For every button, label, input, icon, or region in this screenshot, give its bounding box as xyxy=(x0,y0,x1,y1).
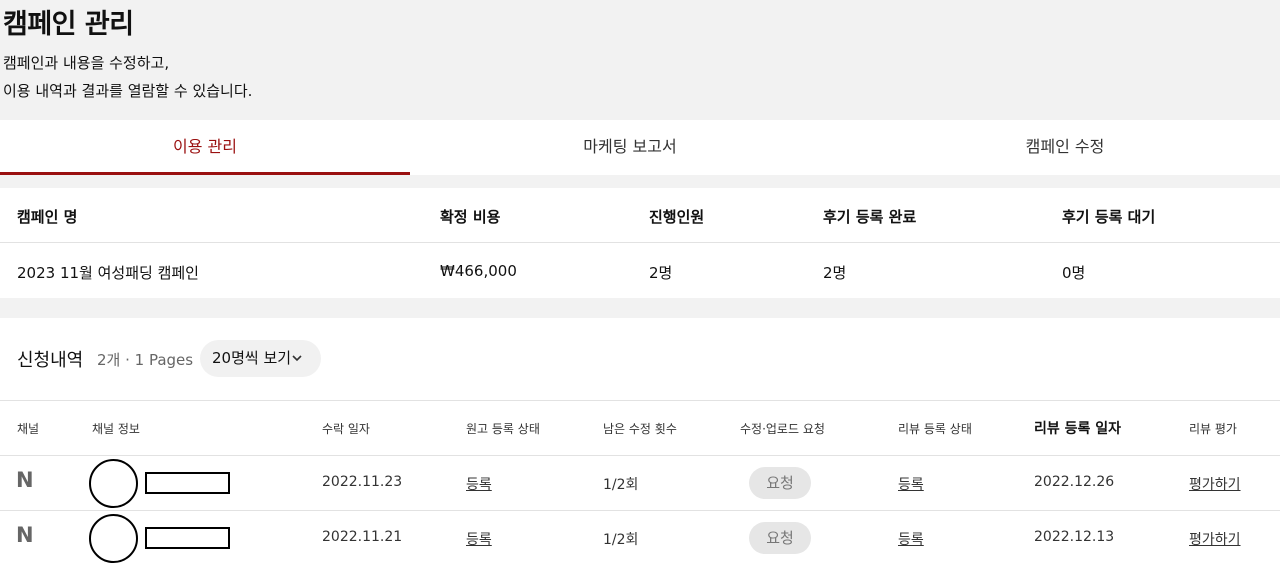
table-top-divider xyxy=(0,400,1280,401)
column-header-channel-info: 채널 정보 xyxy=(92,422,140,436)
summary-campaign-name: 2023 11월 여성패딩 캠페인 xyxy=(17,264,199,282)
summary-confirmed-cost: ₩466,000 xyxy=(440,262,517,280)
naver-blog-icon: N xyxy=(16,523,34,547)
column-header-channel: 채널 xyxy=(17,422,40,436)
page-header: 캠페인 관리 캠페인과 내용을 수정하고, 이용 내역과 결과를 열람할 수 있… xyxy=(0,0,1280,120)
applications-count: 2개 · 1 Pages xyxy=(97,351,194,369)
accept-date: 2022.11.21 xyxy=(322,529,403,545)
naver-blog-icon: N xyxy=(16,468,34,492)
page-title: 캠페인 관리 xyxy=(3,9,134,40)
summary-participants: 2명 xyxy=(649,264,673,282)
campaign-summary: 캠페인 명 확정 비용 진행인원 후기 등록 완료 후기 등록 대기 2023 … xyxy=(0,188,1280,298)
applications-title: 신청내역 xyxy=(17,350,84,371)
channel-name-box xyxy=(145,527,230,549)
column-header-remaining-edits: 남은 수정 횟수 xyxy=(603,422,677,436)
draft-status-link[interactable]: 등록 xyxy=(466,529,492,549)
summary-header-campaign-name: 캠페인 명 xyxy=(17,208,78,226)
summary-reviews-done: 2명 xyxy=(823,264,847,282)
column-header-accept-date: 수락 일자 xyxy=(322,422,370,436)
edit-request-button[interactable]: 요청 xyxy=(749,522,811,554)
accept-date: 2022.11.23 xyxy=(322,474,403,490)
chevron-down-icon xyxy=(292,340,302,392)
avatar xyxy=(89,514,138,563)
per-page-select[interactable]: 20명씩 보기 xyxy=(200,340,321,377)
channel-name-box xyxy=(145,472,230,494)
summary-header-confirmed-cost: 확정 비용 xyxy=(440,208,501,226)
summary-header-reviews-pending: 후기 등록 대기 xyxy=(1062,208,1156,226)
review-status-link[interactable]: 등록 xyxy=(898,474,924,494)
remaining-edits: 1/2회 xyxy=(603,532,639,548)
column-header-review-status: 리뷰 등록 상태 xyxy=(898,422,972,436)
review-date: 2022.12.13 xyxy=(1034,529,1115,545)
column-header-review-rating: 리뷰 평가 xyxy=(1189,422,1237,436)
column-header-review-date: 리뷰 등록 일자 xyxy=(1034,421,1122,437)
draft-status-link[interactable]: 등록 xyxy=(466,474,492,494)
page-description-line-1: 캠페인과 내용을 수정하고, xyxy=(3,54,170,72)
summary-reviews-pending: 0명 xyxy=(1062,264,1086,282)
column-header-draft-status: 원고 등록 상태 xyxy=(466,422,540,436)
tab-bar: 이용 관리 마케팅 보고서 캠페인 수정 xyxy=(0,120,1280,175)
avatar xyxy=(89,459,138,508)
rate-review-link[interactable]: 평가하기 xyxy=(1189,529,1241,549)
page-description: 캠페인과 내용을 수정하고, 이용 내역과 결과를 열람할 수 있습니다. xyxy=(3,49,252,105)
review-date: 2022.12.26 xyxy=(1034,474,1115,490)
table-row: N 2022.11.23 등록 1/2회 요청 등록 2022.12.26 평가… xyxy=(0,456,1280,511)
table-row: N 2022.11.21 등록 1/2회 요청 등록 2022.12.13 평가… xyxy=(0,511,1280,566)
column-header-edit-upload-request: 수정·업로드 요청 xyxy=(740,422,825,436)
summary-header-participants: 진행인원 xyxy=(649,208,705,226)
page-description-line-2: 이용 내역과 결과를 열람할 수 있습니다. xyxy=(3,82,253,100)
rate-review-link[interactable]: 평가하기 xyxy=(1189,474,1241,494)
edit-request-button[interactable]: 요청 xyxy=(749,467,811,499)
remaining-edits: 1/2회 xyxy=(603,477,639,493)
tab-usage-management[interactable]: 이용 관리 xyxy=(0,120,410,175)
applications-panel: 신청내역 2개 · 1 Pages 20명씩 보기 채널 채널 정보 수락 일자… xyxy=(0,318,1280,567)
review-status-link[interactable]: 등록 xyxy=(898,529,924,549)
tab-campaign-edit[interactable]: 캠페인 수정 xyxy=(850,120,1280,175)
tab-marketing-report[interactable]: 마케팅 보고서 xyxy=(410,120,850,175)
summary-divider xyxy=(0,242,1280,243)
per-page-label: 20명씩 보기 xyxy=(212,349,292,367)
summary-header-reviews-done: 후기 등록 완료 xyxy=(823,208,917,226)
